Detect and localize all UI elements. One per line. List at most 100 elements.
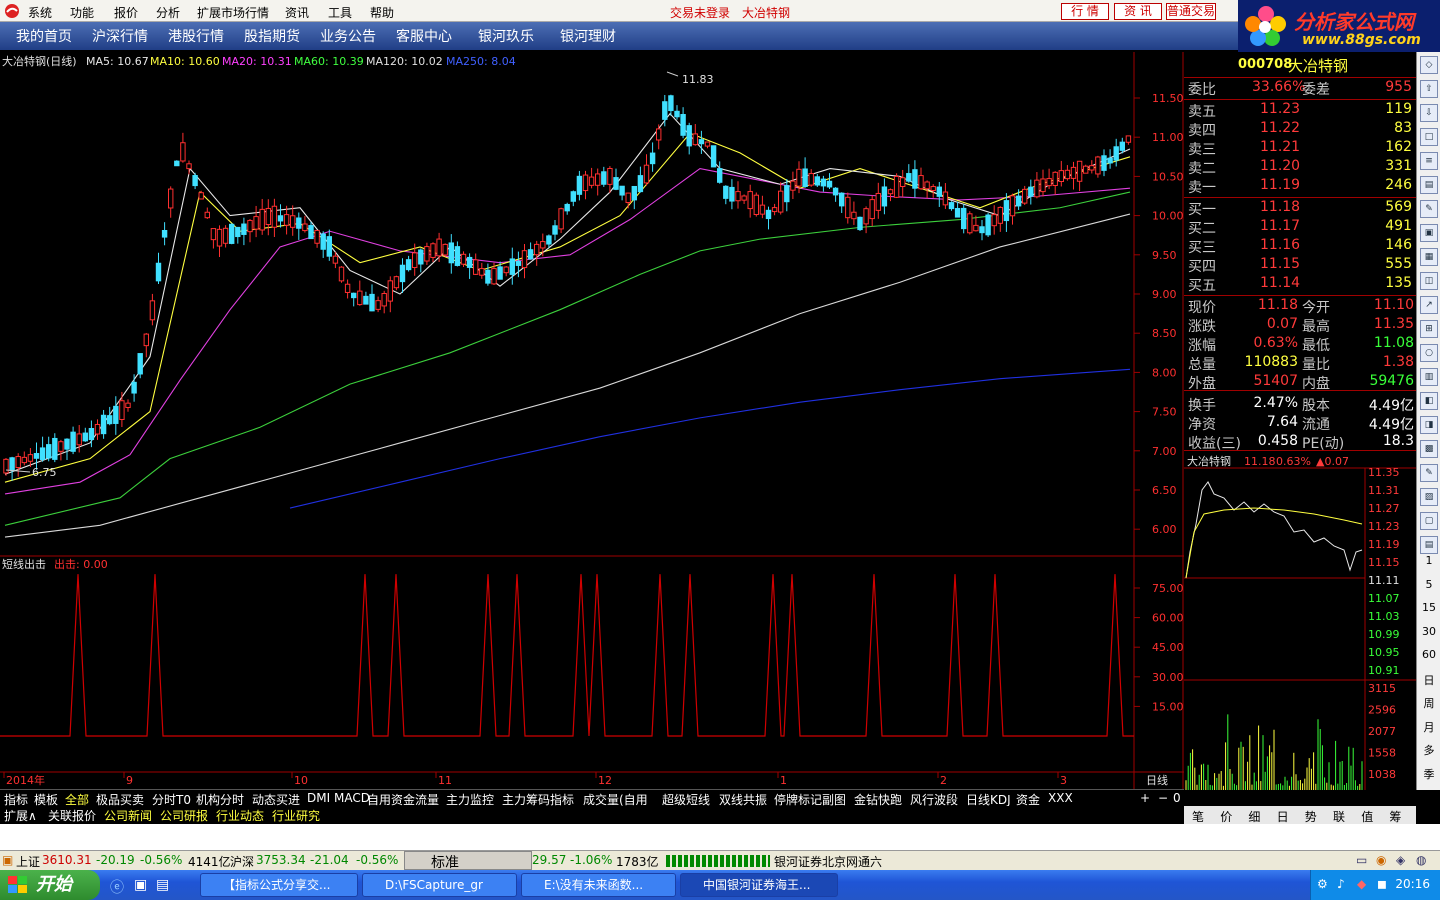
sell-level-row[interactable]: 卖五 11.23 119 <box>1188 101 1412 120</box>
buy-level-row[interactable]: 买四 11.15 555 <box>1188 256 1412 275</box>
menu-system[interactable]: 系统 <box>28 4 52 21</box>
toolbar-icon-11[interactable]: ↗ <box>1420 296 1438 314</box>
menu-function[interactable]: 功能 <box>70 4 94 21</box>
side-tab[interactable]: 笔 <box>1192 808 1204 825</box>
kline-chart[interactable]: 大冶特钢(日线) MA5: 10.67 MA10: 10.60 MA20: 10… <box>0 52 1184 790</box>
network-icon[interactable]: ▭ <box>1356 853 1367 867</box>
nav-yinhe-finance[interactable]: 银河理财 <box>560 26 616 46</box>
settings-icon[interactable]: ◉ <box>1376 853 1386 867</box>
period-button[interactable]: 日 <box>1417 672 1440 688</box>
nav-hk-market[interactable]: 港股行情 <box>168 26 224 46</box>
menu-extended-market[interactable]: 扩展市场行情 <box>197 4 269 21</box>
side-tab[interactable]: 细 <box>1248 808 1260 825</box>
nav-sh-sz-market[interactable]: 沪深行情 <box>92 26 148 46</box>
side-tab[interactable]: 筹 <box>1389 808 1401 825</box>
side-tab[interactable]: 日 <box>1277 808 1289 825</box>
buy-level-row[interactable]: 买五 11.14 135 <box>1188 275 1412 294</box>
menu-analysis[interactable]: 分析 <box>156 4 180 21</box>
indicator-tab[interactable]: MACD <box>334 791 370 805</box>
folder-quicklaunch-icon[interactable]: ▤ <box>156 877 169 893</box>
nav-service-center[interactable]: 客服中心 <box>396 26 452 46</box>
help-icon[interactable]: ◍ <box>1416 853 1426 867</box>
toolbar-icon-17[interactable]: ▩ <box>1420 440 1438 458</box>
toolbar-icon-18[interactable]: ✎ <box>1420 464 1438 482</box>
ime-toolbar[interactable]: 标准 <box>404 851 532 871</box>
toolbar-icon-14[interactable]: ▥ <box>1420 368 1438 386</box>
nav-index-futures[interactable]: 股指期货 <box>244 26 300 46</box>
toolbar-icon-7[interactable]: ✎ <box>1420 200 1438 218</box>
info-tab[interactable]: 行业研究 <box>272 807 320 824</box>
info-icon[interactable]: ◈ <box>1396 853 1405 867</box>
toolbar-icon-19[interactable]: ▨ <box>1420 488 1438 506</box>
toolbar-icon-6[interactable]: ▤ <box>1420 176 1438 194</box>
sell-level-row[interactable]: 卖三 11.21 162 <box>1188 139 1412 158</box>
period-button[interactable]: 30 <box>1417 625 1440 638</box>
buy-level-row[interactable]: 买二 11.17 491 <box>1188 218 1412 237</box>
period-button[interactable]: 季 <box>1417 766 1440 782</box>
nav-home[interactable]: 我的首页 <box>16 26 72 46</box>
period-button[interactable]: 周 <box>1417 695 1440 711</box>
task-browser[interactable]: 【指标公式分享交... <box>200 873 358 897</box>
menu-tools[interactable]: 工具 <box>328 4 352 21</box>
menu-quote[interactable]: 报价 <box>114 4 138 21</box>
period-button[interactable]: 5 <box>1417 578 1440 591</box>
tab-control[interactable]: 0 <box>1173 791 1181 805</box>
period-button[interactable]: 年 <box>1417 789 1440 805</box>
sell-level-row[interactable]: 卖四 11.22 83 <box>1188 120 1412 139</box>
info-tab[interactable]: 公司新闻 <box>104 807 152 824</box>
period-button[interactable]: 60 <box>1417 648 1440 661</box>
toolbar-icon-20[interactable]: ▢ <box>1420 512 1438 530</box>
tray-security-icon[interactable]: ◼ <box>1377 877 1387 891</box>
toolbar-icon-21[interactable]: ▤ <box>1420 536 1438 554</box>
info-tab[interactable]: 公司研报 <box>160 807 208 824</box>
buy-level-row[interactable]: 买一 11.18 569 <box>1188 199 1412 218</box>
toolbar-icon-4[interactable]: □ <box>1420 128 1438 146</box>
sell-level-row[interactable]: 卖二 11.20 331 <box>1188 158 1412 177</box>
buy-level-row[interactable]: 买三 11.16 146 <box>1188 237 1412 256</box>
show-desktop-icon[interactable]: ▣ <box>134 877 147 893</box>
toolbar-icon-5[interactable]: ≡ <box>1420 152 1438 170</box>
toolbar-icon-13[interactable]: ○ <box>1420 344 1438 362</box>
period-button[interactable]: 多 <box>1417 742 1440 758</box>
info-tab[interactable]: 关联报价 <box>48 807 96 824</box>
task-explorer[interactable]: E:\没有未来函数... <box>521 873 676 897</box>
toolbar-icon-16[interactable]: ◨ <box>1420 416 1438 434</box>
toolbar-icon-8[interactable]: ▣ <box>1420 224 1438 242</box>
toolbar-icon-15[interactable]: ◧ <box>1420 392 1438 410</box>
period-button[interactable]: 15 <box>1417 601 1440 614</box>
toolbar-icon-1[interactable]: ◇ <box>1420 56 1438 74</box>
info-tab[interactable]: 扩展∧ <box>4 807 37 824</box>
toolbar-icon-12[interactable]: ⊞ <box>1420 320 1438 338</box>
period-button[interactable]: 1 <box>1417 554 1440 567</box>
period-label[interactable]: 日线 <box>1146 773 1168 787</box>
task-trading-app[interactable]: 中国银河证券海王... <box>680 873 838 897</box>
info-button[interactable]: 资 讯 <box>1114 3 1162 20</box>
ie-quicklaunch-icon[interactable]: ⓔ <box>110 877 124 897</box>
toolbar-icon-9[interactable]: ▦ <box>1420 248 1438 266</box>
sell-level-row[interactable]: 卖一 11.19 246 <box>1188 177 1412 196</box>
quote-button[interactable]: 行 情 <box>1061 3 1109 20</box>
indicator-tab[interactable]: XXX <box>1048 791 1073 805</box>
nav-yinhe-jiule[interactable]: 银河玖乐 <box>478 26 534 46</box>
toolbar-icon-3[interactable]: ⇩ <box>1420 104 1438 122</box>
intraday-chart[interactable]: 大冶特钢 11.18 0.63% ▲0.07 11.35 11.31 11.27 11… <box>1184 452 1416 790</box>
task-fscapture[interactable]: D:\FSCapture_gr <box>362 873 517 897</box>
nav-announcements[interactable]: 业务公告 <box>320 26 376 46</box>
toolbar-icon-10[interactable]: ◫ <box>1420 272 1438 290</box>
indicator-tab[interactable]: DMI <box>307 791 330 805</box>
trade-button[interactable]: 普通交易 <box>1166 3 1216 20</box>
side-tab[interactable]: 价 <box>1220 808 1232 825</box>
tab-control[interactable]: − <box>1158 791 1168 805</box>
side-tab[interactable]: 联 <box>1333 808 1345 825</box>
tray-network-icon[interactable]: ⚙ <box>1317 877 1328 891</box>
menu-news[interactable]: 资讯 <box>285 4 309 21</box>
toolbar-icon-2[interactable]: ⇧ <box>1420 80 1438 98</box>
info-tab[interactable]: 行业动态 <box>216 807 264 824</box>
tab-control[interactable]: + <box>1140 791 1150 805</box>
side-tab[interactable]: 势 <box>1305 808 1317 825</box>
tray-volume-icon[interactable]: ♪ <box>1337 877 1345 891</box>
side-tab[interactable]: 值 <box>1361 808 1373 825</box>
start-button[interactable]: 开始 <box>0 870 100 900</box>
menu-help[interactable]: 帮助 <box>370 4 394 21</box>
period-button[interactable]: 月 <box>1417 719 1440 735</box>
